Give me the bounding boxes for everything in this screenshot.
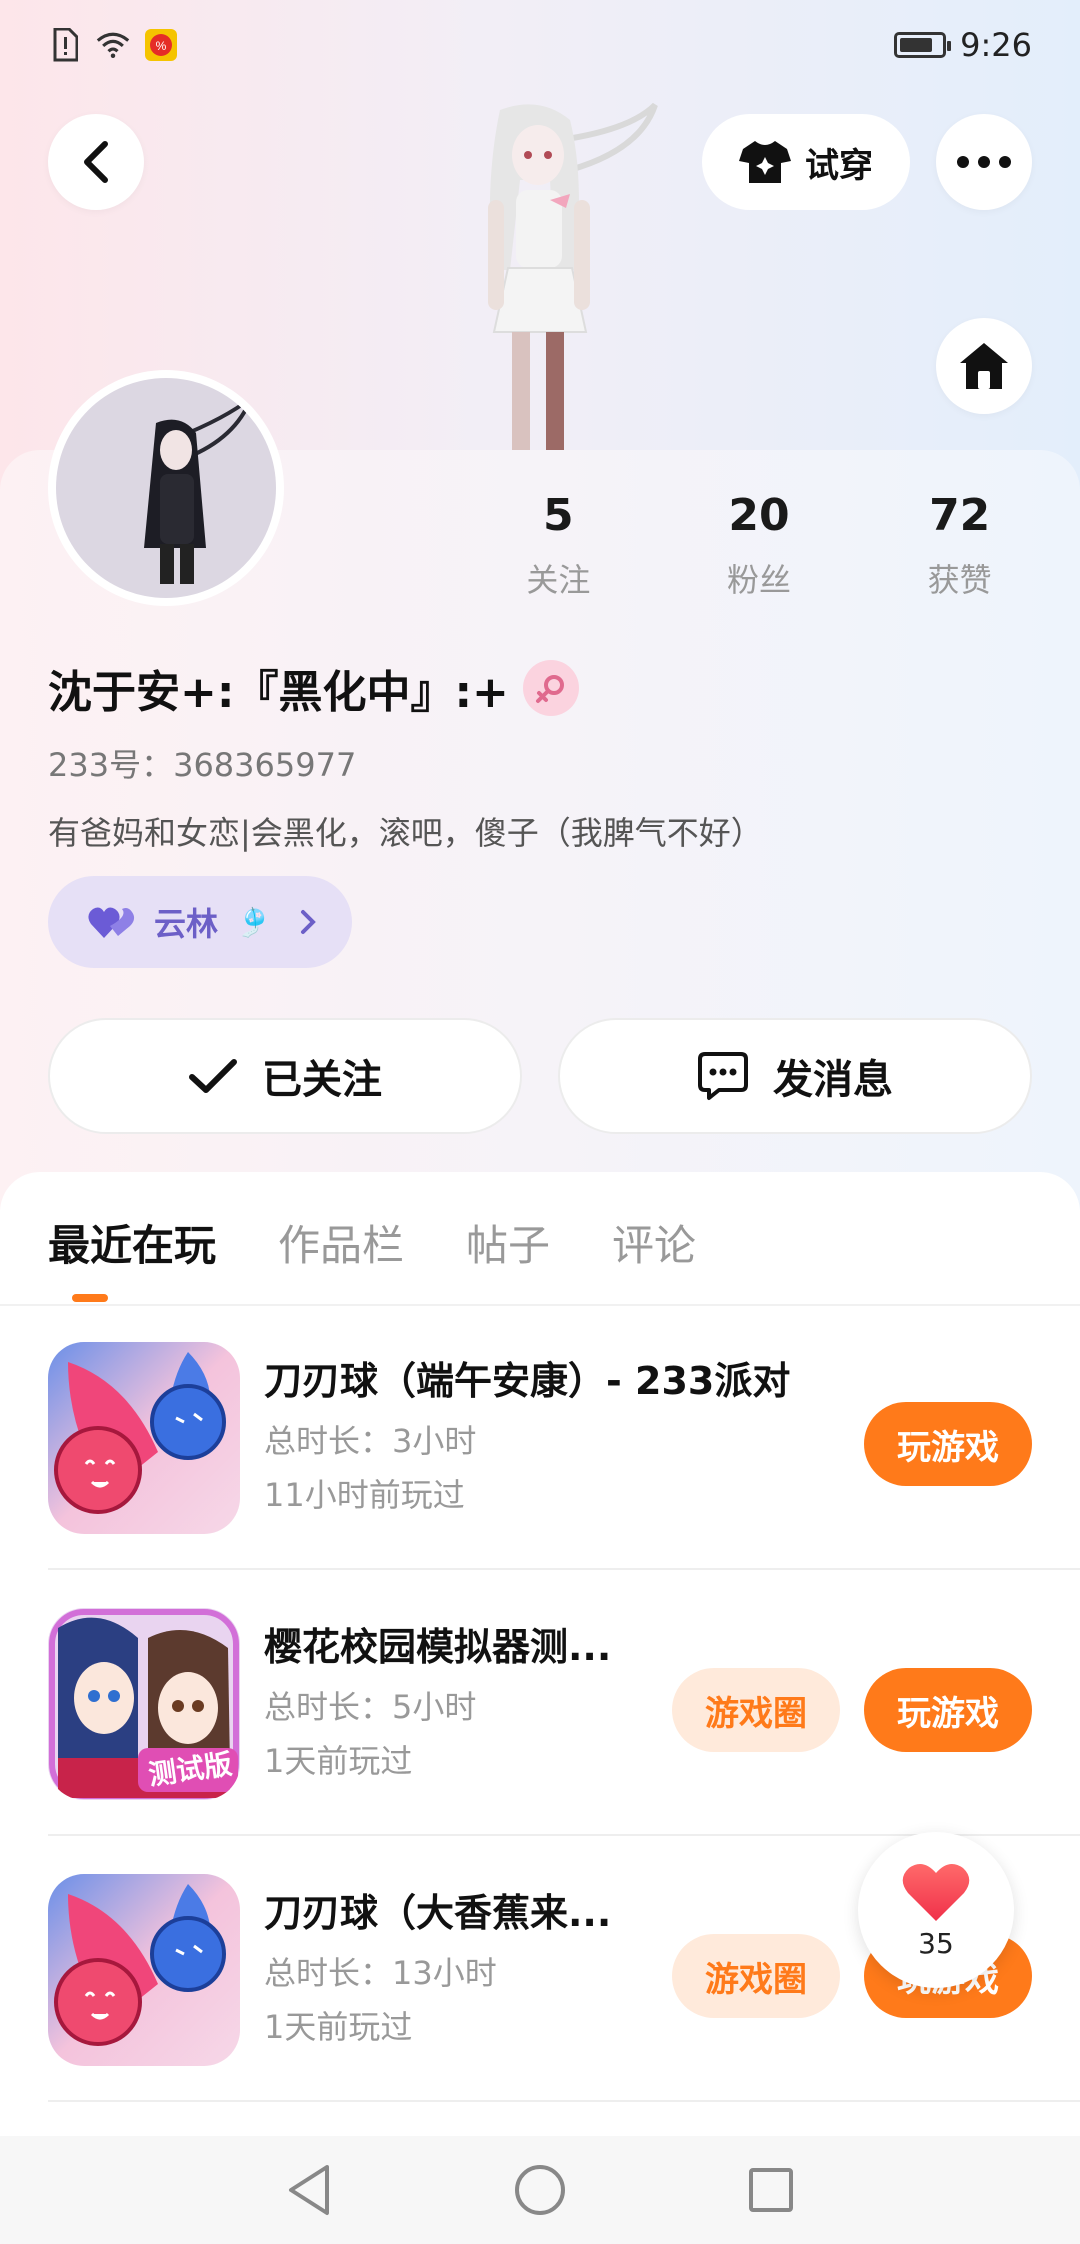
username-row: 沈于安+:『黑化中』:+ (48, 656, 579, 720)
avatar[interactable] (48, 370, 284, 606)
system-nav-bar (0, 2136, 1080, 2244)
profile-stats: 5 关注 20 粉丝 72 获赞 (480, 490, 1060, 601)
game-title: 刀刃球（大香蕉来... (264, 1891, 612, 1935)
partner-name: 云林 (154, 905, 219, 943)
partner-emoji: 🎐 (236, 905, 271, 939)
heart-icon (902, 1863, 970, 1921)
game-last-played: 1天前玩过 (264, 1742, 413, 1780)
stat-value: 5 (543, 490, 574, 541)
more-button[interactable] (936, 114, 1032, 210)
stat-likes[interactable]: 72 获赞 (859, 490, 1060, 601)
tab-comments[interactable]: 评论 (612, 1212, 696, 1273)
game-circle-button[interactable]: 游戏圈 (672, 1934, 840, 2018)
chat-bubble-icon (698, 1052, 748, 1100)
divider (48, 1568, 1080, 1570)
wifi-icon (96, 28, 130, 62)
game-icon-sakura-school[interactable]: 测试版 (48, 1608, 240, 1800)
nav-home-icon[interactable] (513, 2163, 567, 2217)
double-heart-icon (88, 907, 135, 938)
followed-button[interactable]: 已关注 (48, 1018, 522, 1134)
user-bio: 有爸妈和女恋|会黑化，滚吧，傻子（我脾气不好） (48, 814, 763, 852)
game-duration: 总时长：5小时 (264, 1688, 477, 1726)
stat-following[interactable]: 5 关注 (458, 490, 659, 601)
try-on-button[interactable]: 试穿 (702, 114, 910, 210)
send-message-button[interactable]: 发消息 (558, 1018, 1032, 1134)
tab-works[interactable]: 作品栏 (278, 1212, 404, 1273)
tab-recently-played[interactable]: 最近在玩 (48, 1212, 216, 1273)
stat-value: 20 (728, 490, 790, 541)
game-duration: 总时长：3小时 (264, 1422, 477, 1460)
message-label: 发消息 (773, 1057, 893, 1103)
game-circle-button[interactable]: 游戏圈 (672, 1668, 840, 1752)
partner-pill[interactable]: 云林 🎐 (48, 876, 352, 968)
game-title: 樱花校园模拟器测... (264, 1625, 612, 1669)
floating-like-button[interactable]: 35 (858, 1832, 1014, 1988)
game-row[interactable]: 刀刃球（端午安康）- 233派对 总时长：3小时 11小时前玩过 玩游戏 (48, 1306, 1080, 1570)
profile-tabs: 最近在玩 作品栏 帖子 评论 (48, 1212, 696, 1273)
status-time: 9:26 (960, 26, 1032, 64)
tab-posts[interactable]: 帖子 (466, 1212, 550, 1273)
home-icon (960, 343, 1008, 389)
status-bar: % 9:26 (0, 0, 1080, 96)
game-icon-blade-ball[interactable] (48, 1342, 240, 1534)
tshirt-icon (739, 141, 791, 183)
user-id: 233号：368365977 (48, 746, 357, 784)
play-game-button[interactable]: 玩游戏 (864, 1668, 1032, 1752)
more-dots-icon (957, 156, 1011, 168)
game-icon-blade-ball[interactable] (48, 1874, 240, 2066)
chevron-right-icon (300, 910, 316, 934)
svg-text:%: % (156, 39, 167, 53)
game-last-played: 11小时前玩过 (264, 1476, 465, 1514)
back-button[interactable] (48, 114, 144, 210)
content-panel: 最近在玩 作品栏 帖子 评论 刀刃球（端午安康）- 233派对 总时长：3小时 … (0, 1172, 1080, 2136)
stat-value: 72 (929, 490, 991, 541)
notification-app-icon: % (144, 28, 178, 62)
stat-label: 关注 (526, 561, 591, 599)
like-count: 35 (918, 1926, 954, 1960)
battery-icon (894, 32, 952, 58)
divider (48, 2100, 1080, 2102)
game-row[interactable]: 测试版 樱花校园模拟器测... 总时长：5小时 1天前玩过 游戏圈 玩游戏 (48, 1572, 1080, 1836)
followed-label: 已关注 (262, 1057, 382, 1103)
nav-back-icon[interactable] (285, 2163, 333, 2217)
sim-alert-icon (48, 28, 82, 62)
female-gender-icon (522, 660, 579, 716)
checkmark-icon (189, 1059, 237, 1093)
chevron-left-icon (84, 141, 108, 183)
active-tab-indicator (72, 1294, 108, 1302)
game-last-played: 1天前玩过 (264, 2008, 413, 2046)
game-title: 刀刃球（端午安康）- 233派对 (264, 1359, 791, 1403)
stat-followers[interactable]: 20 粉丝 (659, 490, 860, 601)
nav-recents-icon[interactable] (747, 2166, 795, 2214)
stat-label: 粉丝 (727, 561, 792, 599)
try-on-label: 试穿 (805, 145, 873, 186)
stat-label: 获赞 (927, 561, 992, 599)
play-game-button[interactable]: 玩游戏 (864, 1402, 1032, 1486)
character-avatar-figure[interactable] (400, 100, 680, 452)
home-button[interactable] (936, 318, 1032, 414)
username: 沈于安+:『黑化中』:+ (48, 667, 509, 718)
game-duration: 总时长：13小时 (264, 1954, 497, 1992)
